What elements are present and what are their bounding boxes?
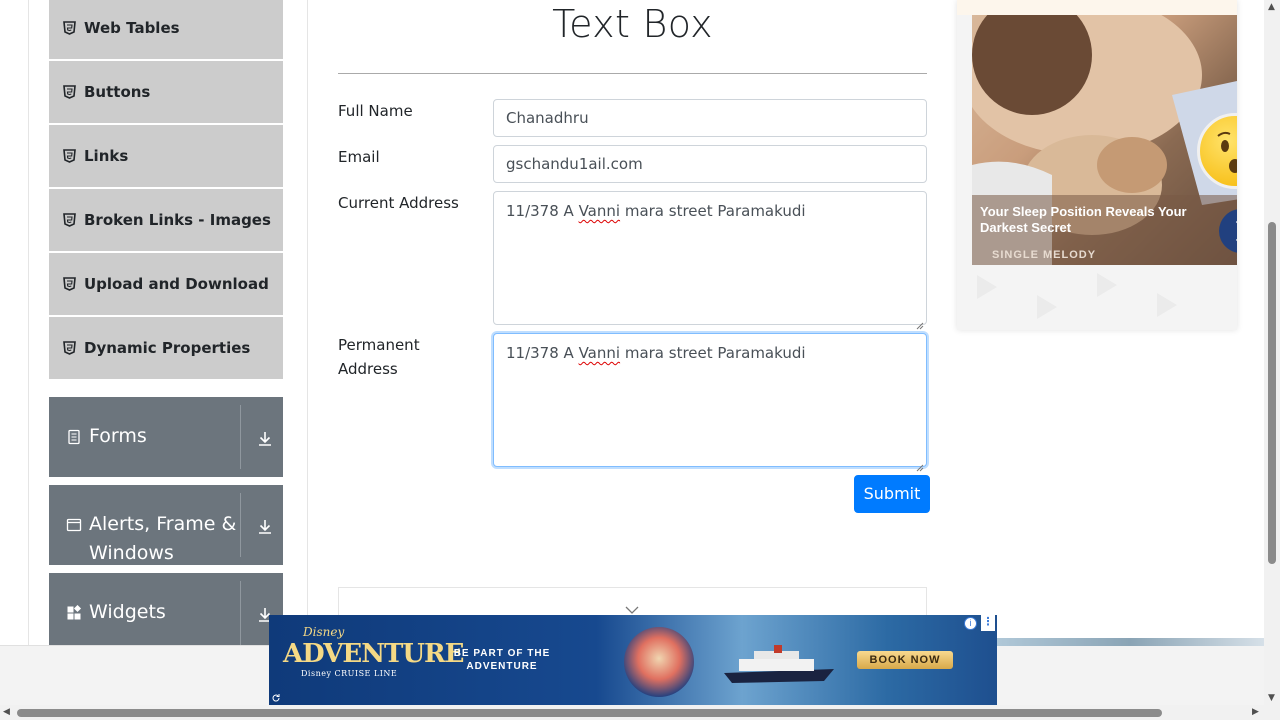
ad-pattern (977, 273, 1177, 319)
html5-icon (63, 21, 76, 35)
logo-line3: Disney CRUISE LINE (301, 669, 398, 678)
scroll-down-icon[interactable]: ▼ (1268, 693, 1275, 703)
content-border (307, 0, 308, 647)
ad-image[interactable]: Your Sleep Position Reveals Your Darkest… (972, 15, 1237, 265)
right-ad[interactable]: Your Sleep Position Reveals Your Darkest… (957, 0, 1237, 330)
widgets-icon (66, 604, 82, 621)
cruise-ship-image (724, 645, 834, 683)
surprised-emoji-icon (1197, 113, 1237, 189)
horizontal-scrollbar[interactable]: ◀ ▶ (0, 705, 1280, 720)
submit-button[interactable]: Submit (854, 475, 930, 513)
vertical-scrollbar[interactable]: ▲ ▼ (1264, 0, 1280, 707)
email-label: Email (338, 148, 380, 166)
sidebar-group-forms[interactable]: Forms (49, 397, 283, 477)
group-label-line2: Windows (89, 542, 174, 564)
textarea-text: 11/378 A (506, 202, 579, 220)
logo-line2: ADVENTURE (283, 639, 464, 669)
download-arrow-icon[interactable] (255, 429, 275, 449)
html5-icon (63, 277, 76, 291)
ad-info-icon[interactable]: i (964, 617, 977, 630)
sidebar-border (28, 0, 29, 647)
sidebar-item-label: Web Tables (84, 19, 180, 37)
refresh-icon[interactable] (271, 693, 281, 703)
logo-line1: Disney (303, 625, 345, 639)
permanent-address-label-line1: Permanent (338, 336, 420, 354)
horizontal-scroll-thumb[interactable] (17, 709, 1162, 717)
sidebar-item-buttons[interactable]: Buttons (49, 61, 283, 124)
document-icon (66, 429, 82, 445)
ad-menu-icon[interactable]: ⋮ (981, 615, 995, 631)
spellcheck-word: Vanni (578, 202, 621, 220)
title-divider (338, 73, 927, 74)
group-divider (240, 405, 241, 469)
group-label: Widgets (89, 601, 166, 623)
download-arrow-icon[interactable] (255, 517, 275, 537)
full-name-input[interactable]: Chanadhru (493, 99, 927, 137)
scroll-up-icon[interactable]: ▲ (1268, 2, 1275, 12)
textarea-text: mara street Paramakudi (620, 202, 806, 220)
resize-handle-icon[interactable] (916, 314, 924, 330)
sidebar-item-label: Upload and Download (84, 275, 269, 293)
group-label-line1: Alerts, Frame & (89, 513, 237, 535)
sidebar-item-web-tables[interactable]: Web Tables (49, 0, 283, 60)
sidebar-item-label: Links (84, 147, 129, 165)
html5-icon (63, 85, 76, 99)
disney-adventure-logo: Disney ADVENTURE Disney CRUISE LINE (283, 625, 464, 678)
mickey-characters-image (624, 627, 694, 697)
textarea-text: mara street Paramakudi (620, 344, 806, 362)
permanent-address-textarea[interactable]: 11/378 A Vanni mara street Paramakudi (493, 333, 927, 472)
sidebar-group-widgets[interactable]: Widgets (49, 573, 283, 647)
sidebar-item-upload-download[interactable]: Upload and Download (49, 253, 283, 316)
full-name-label: Full Name (338, 102, 413, 120)
sidebar-item-broken-links[interactable]: Broken Links - Images (49, 189, 283, 252)
group-divider (240, 493, 241, 557)
vertical-scroll-thumb[interactable] (1268, 222, 1276, 564)
chevron-right-icon (1235, 221, 1237, 241)
scroll-right-icon[interactable]: ▶ (1252, 707, 1259, 717)
sidebar-group-alerts[interactable]: Alerts, Frame & Windows (49, 485, 283, 565)
bottom-ad-banner[interactable]: Disney ADVENTURE Disney CRUISE LINE BE P… (269, 615, 997, 705)
current-address-label: Current Address (338, 194, 459, 212)
textarea-text: 11/378 A (506, 344, 579, 362)
group-divider (240, 581, 241, 647)
html5-icon (63, 341, 76, 355)
ad-top-strip (957, 0, 1237, 15)
page-title: Text Box (552, 2, 713, 46)
permanent-address-label-line2: Address (338, 360, 398, 378)
group-label: Forms (89, 425, 147, 447)
window-icon (66, 517, 82, 533)
book-now-button[interactable]: BOOK NOW (857, 651, 953, 669)
ad-edge-strip (997, 638, 1264, 646)
page: Web Tables Buttons Links Broken Links - … (0, 0, 1280, 720)
ad-tagline: BE PART OF THE ADVENTURE (453, 648, 551, 672)
ad-next-button[interactable] (1219, 209, 1237, 253)
sidebar-item-label: Buttons (84, 83, 151, 101)
html5-icon (63, 149, 76, 163)
scroll-left-icon[interactable]: ◀ (3, 707, 10, 717)
sidebar-item-label: Broken Links - Images (84, 211, 271, 229)
html5-icon (63, 213, 76, 227)
email-input[interactable]: gschandu1ail.com (493, 145, 927, 183)
ad-brand: SINGLE MELODY (992, 249, 1097, 261)
spellcheck-word: Vanni (578, 344, 621, 362)
current-address-textarea[interactable]: 11/378 A Vanni mara street Paramakudi (493, 191, 927, 330)
sidebar-item-dynamic-properties[interactable]: Dynamic Properties (49, 317, 283, 380)
sidebar-item-links[interactable]: Links (49, 125, 283, 188)
sidebar-item-label: Dynamic Properties (84, 339, 251, 357)
resize-handle-icon[interactable] (916, 456, 924, 472)
ad-caption[interactable]: Your Sleep Position Reveals Your Darkest… (980, 204, 1220, 236)
